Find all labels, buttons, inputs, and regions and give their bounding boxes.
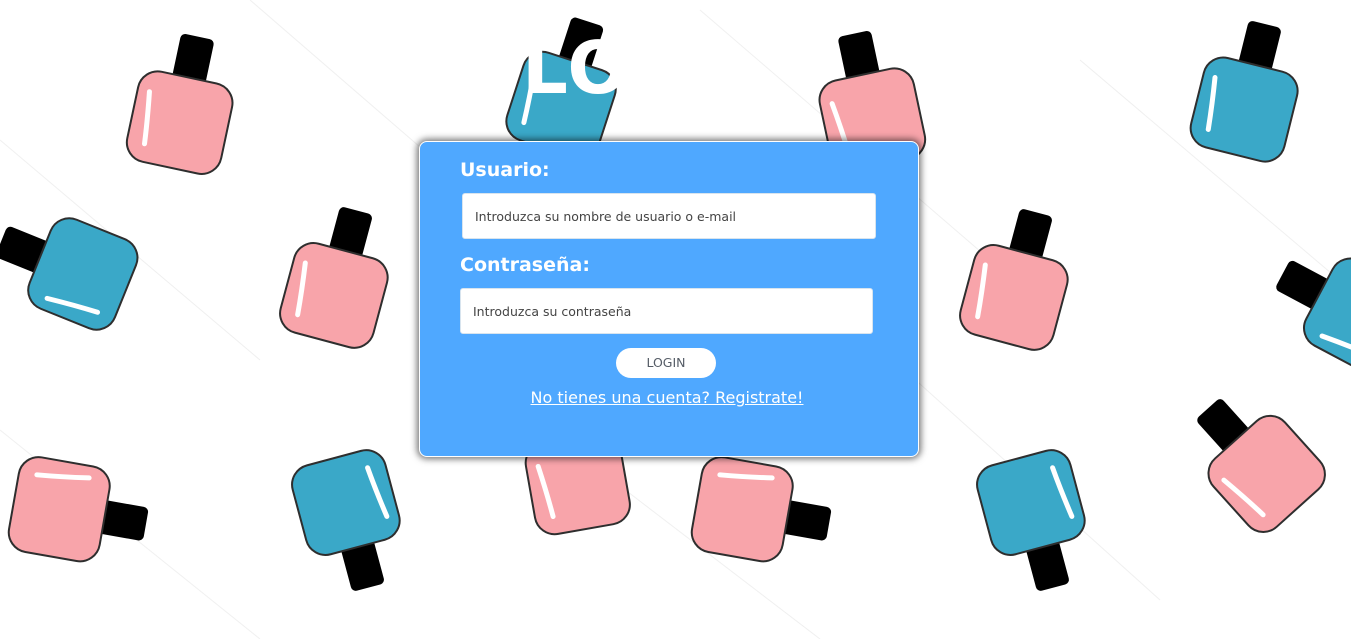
username-label: Usuario: — [460, 159, 550, 181]
login-page: LO Usuario: Contraseña: LOGIN No tienes … — [0, 0, 1351, 639]
password-input[interactable] — [460, 288, 873, 334]
login-form: Usuario: Contraseña: LOGIN No tienes una… — [419, 141, 919, 457]
password-label: Contraseña: — [460, 254, 590, 276]
register-link[interactable]: No tienes una cuenta? Registrate! — [420, 387, 914, 409]
page-title: LO — [522, 28, 631, 108]
login-button[interactable]: LOGIN — [616, 348, 716, 378]
username-input[interactable] — [462, 193, 876, 239]
